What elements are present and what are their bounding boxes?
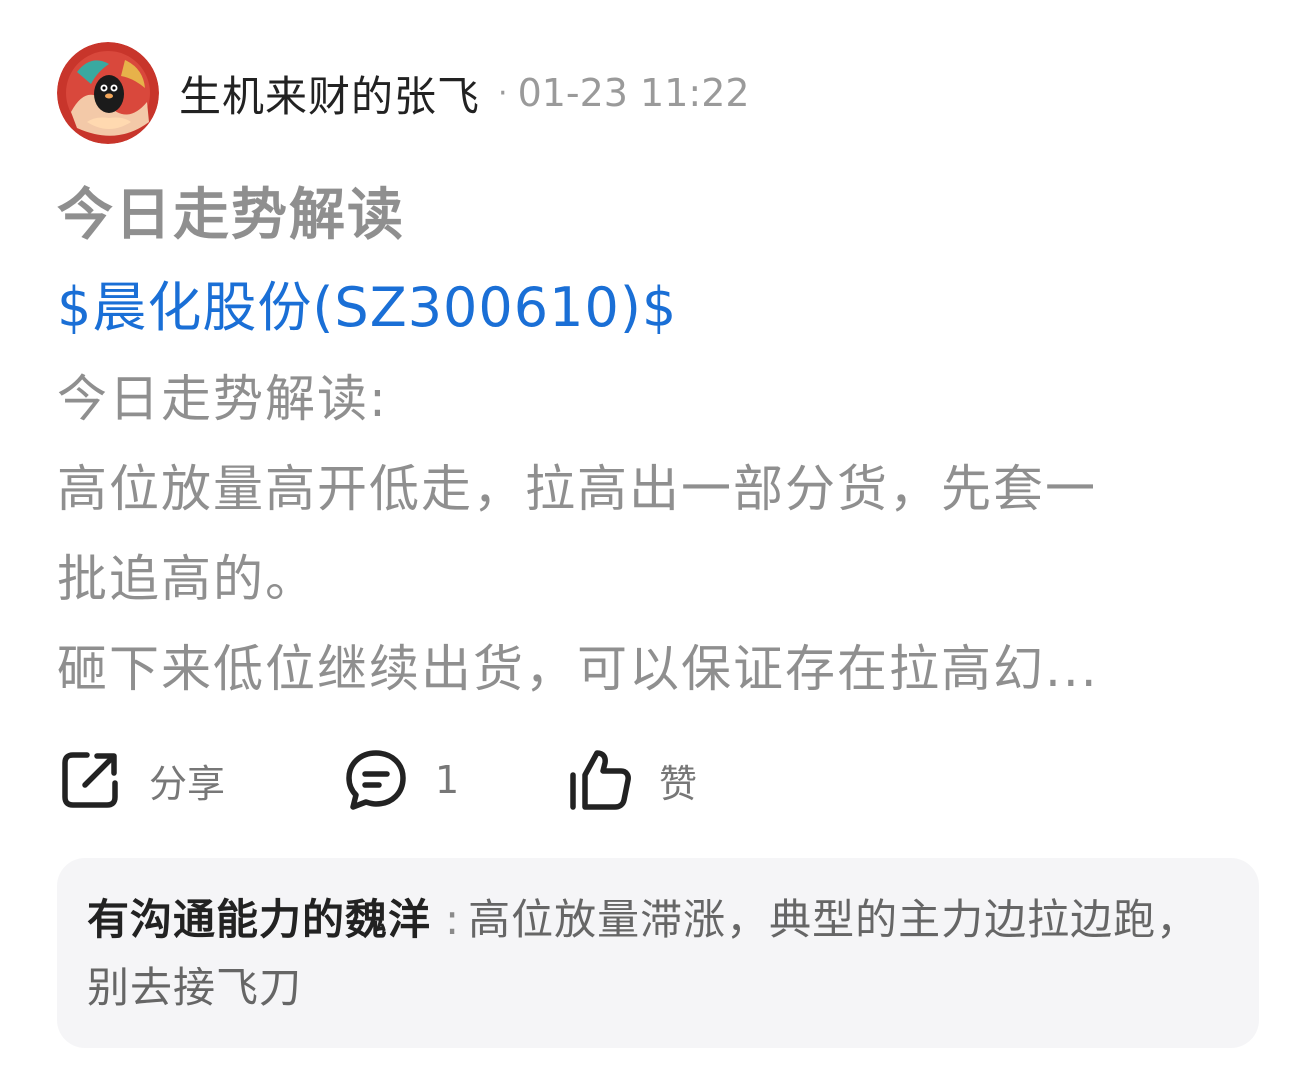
post-time: 01-23 11:22 — [517, 71, 750, 115]
comment-separator: : — [445, 895, 461, 944]
share-button[interactable]: 分享 — [57, 742, 225, 818]
meta-separator: · — [498, 75, 508, 111]
post-body-line: 批追高的。 — [57, 550, 317, 608]
post-body[interactable]: 今日走势解读: 高位放量高开低走，拉高出一部分货，先套一 批追高的。 砸下来低位… — [57, 354, 1267, 714]
avatar-image — [57, 42, 159, 144]
post-body-line: 今日走势解读: — [57, 370, 388, 428]
post-header: 生机来财的张飞 · 01-23 11:22 — [57, 42, 750, 144]
share-label: 分享 — [149, 761, 226, 806]
stock-link[interactable]: $晨化股份(SZ300610)$ — [57, 268, 677, 348]
comment-preview[interactable]: 有沟通能力的魏洋: 高位放量滞涨，典型的主力边拉边跑，别去接飞刀 — [57, 858, 1259, 1048]
author-name[interactable]: 生机来财的张飞 — [179, 63, 480, 124]
thumbs-up-icon — [570, 750, 631, 810]
like-button[interactable]: 赞 — [567, 742, 697, 818]
comment-author[interactable]: 有沟通能力的魏洋 — [87, 895, 431, 944]
action-bar: 分享 1 赞 — [57, 742, 957, 818]
avatar[interactable] — [57, 42, 159, 144]
post-body-line: 砸下来低位继续出货，可以保证存在拉高幻... — [57, 640, 1099, 698]
comment-icon — [346, 750, 406, 810]
comment-count: 1 — [435, 758, 460, 802]
post-card: 生机来财的张飞 · 01-23 11:22 今日走势解读 $晨化股份(SZ300… — [0, 0, 1316, 1080]
post-body-line: 高位放量高开低走，拉高出一部分货，先套一 — [57, 460, 1097, 518]
like-label: 赞 — [659, 761, 698, 806]
comment-button[interactable]: 1 — [343, 742, 459, 818]
share-icon — [62, 752, 118, 808]
post-title[interactable]: 今日走势解读 — [57, 176, 405, 256]
